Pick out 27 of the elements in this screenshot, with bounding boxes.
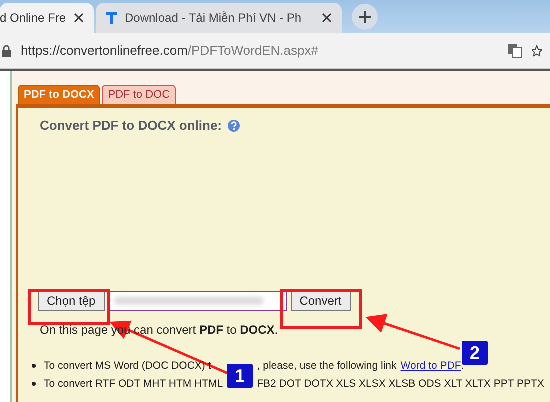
period-text: . — [461, 360, 464, 372]
star-icon[interactable] — [532, 44, 542, 58]
step-badge: 2 — [462, 341, 488, 365]
file-name-field[interactable] — [108, 291, 287, 311]
bullet-icon — [32, 364, 36, 368]
step-badge: 1 — [227, 364, 253, 388]
tab-title: Download - Tải Miễn Phí VN - Ph — [125, 11, 303, 25]
help-icon[interactable] — [228, 120, 240, 132]
lock-icon — [2, 44, 11, 56]
list-text: To convert RTF ODT MHT HTM HTML — [44, 378, 224, 390]
browser-tab[interactable]: d Online Fre — [0, 3, 94, 33]
close-icon[interactable] — [74, 13, 84, 23]
close-icon[interactable] — [322, 13, 332, 23]
bullet-icon — [32, 382, 36, 386]
translate-icon[interactable] — [508, 44, 522, 58]
list-text: , please, use the following link — [257, 360, 397, 372]
panel-heading: Convert PDF to DOCX online: — [40, 118, 222, 133]
new-tab-button[interactable] — [352, 4, 378, 30]
browser-tab[interactable]: Download - Tải Miễn Phí VN - Ph — [96, 3, 342, 33]
tab-title: d Online Fre — [0, 11, 66, 25]
word-to-pdf-link[interactable]: Word to PDF — [400, 360, 462, 372]
list-text: FB2 DOT DOTX XLS XLSX XLSB ODS XLT XLTX PPT PPTX — [257, 378, 544, 390]
convert-button[interactable]: Convert — [290, 291, 351, 311]
choose-file-button[interactable]: Chọn tệp — [38, 291, 105, 311]
converter-tab[interactable]: PDF to DOC — [102, 85, 176, 104]
plus-icon — [359, 11, 371, 23]
t-logo-icon — [106, 12, 117, 24]
